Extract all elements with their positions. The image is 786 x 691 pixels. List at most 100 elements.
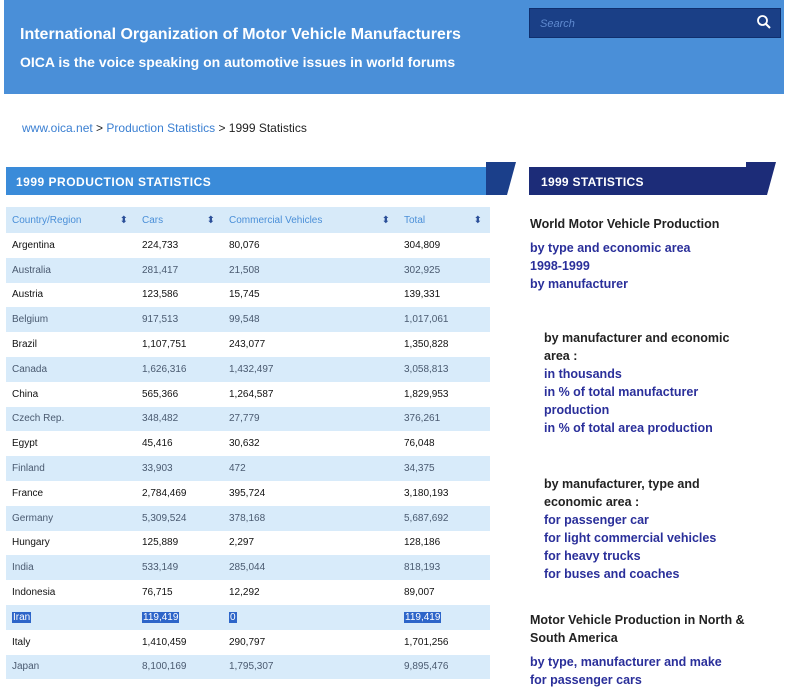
sidebar-link[interactable]: for light commercial vehicles xyxy=(544,529,744,547)
search-box xyxy=(529,8,781,38)
production-table: Country/Region ⬍ Cars ⬍ Commercial Vehicle… xyxy=(6,207,490,680)
sidebar-title: 1999 STATISTICS xyxy=(541,175,644,189)
country-cell: Hungary xyxy=(12,537,50,549)
table-row-selected: Iran 119,419 0 119,419 xyxy=(6,604,490,630)
sort-icon[interactable]: ⬍ xyxy=(382,215,390,226)
cars-cell: 123,586 xyxy=(142,289,179,301)
total-cell: 139,331 xyxy=(404,289,441,301)
total-cell: 5,687,692 xyxy=(398,505,490,531)
country-cell: Egypt xyxy=(12,438,38,450)
total-cell: 304,809 xyxy=(404,239,441,251)
commercial-cell: 12,292 xyxy=(229,587,260,599)
total-cell: 1,701,256 xyxy=(404,636,449,648)
sidebar-link[interactable]: by type and economic area xyxy=(530,239,750,257)
search-icon[interactable] xyxy=(756,14,772,30)
cars-cell: 8,100,169 xyxy=(136,654,223,680)
breadcrumb: www.oica.net > Production Statistics > 1… xyxy=(22,121,307,135)
column-header-commercial-vehicles[interactable]: Commercial Vehicles ⬍ xyxy=(223,207,398,233)
sidebar-link[interactable]: for passenger car xyxy=(544,511,744,529)
sidebar-heading: World Motor Vehicle Production xyxy=(530,217,720,231)
table-row: Finland 33,903 472 34,375 xyxy=(6,456,490,481)
breadcrumb-separator: > xyxy=(92,121,107,135)
sort-icon[interactable]: ⬍ xyxy=(207,215,215,226)
column-header-total[interactable]: Total ⬍ xyxy=(398,207,490,233)
sort-icon[interactable]: ⬍ xyxy=(120,215,128,226)
sidebar-block-americas: Motor Vehicle Production in North & Sout… xyxy=(530,611,780,689)
selected-text: 0 xyxy=(229,611,237,623)
table-row: China 565,366 1,264,587 1,829,953 xyxy=(6,382,490,407)
total-cell: 9,895,476 xyxy=(398,654,490,680)
commercial-cell: 285,044 xyxy=(223,555,398,581)
sidebar-link[interactable]: for buses and coaches xyxy=(544,565,744,583)
sidebar-link[interactable]: in % of total manufacturer production xyxy=(544,383,744,419)
country-cell: Iran xyxy=(6,604,136,630)
breadcrumb-home-link[interactable]: www.oica.net xyxy=(22,121,93,135)
search-input[interactable] xyxy=(538,14,742,34)
site-header: International Organization of Motor Vehi… xyxy=(4,0,784,94)
commercial-cell: 1,432,497 xyxy=(223,356,398,382)
commercial-cell: 290,797 xyxy=(229,636,266,648)
production-statistics-header: 1999 PRODUCTION STATISTICS xyxy=(6,167,490,195)
sidebar-link[interactable]: by manufacturer xyxy=(530,275,750,293)
commercial-cell: 30,632 xyxy=(229,438,260,450)
country-cell: Austria xyxy=(12,289,44,301)
sidebar-heading: by manufacturer, type and economic area … xyxy=(544,477,700,509)
total-cell: 89,007 xyxy=(404,587,435,599)
country-cell: Brazil xyxy=(12,339,38,351)
table-row: Australia 281,417 21,508 302,925 xyxy=(6,257,490,283)
commercial-cell: 395,724 xyxy=(229,487,266,499)
total-cell: 34,375 xyxy=(398,456,490,481)
column-header-cars[interactable]: Cars ⬍ xyxy=(136,207,223,233)
sidebar-link[interactable]: by type, manufacturer and make xyxy=(530,653,780,671)
selected-text: 119,419 xyxy=(404,611,442,623)
table-header-row: Country/Region ⬍ Cars ⬍ Commercial Vehicle… xyxy=(6,207,490,233)
breadcrumb-current: 1999 Statistics xyxy=(228,121,307,135)
total-cell: 818,193 xyxy=(398,555,490,581)
total-cell: 1,350,828 xyxy=(404,339,449,351)
sidebar-link[interactable]: in thousands xyxy=(544,365,744,383)
sidebar-link[interactable]: in % of total area production xyxy=(544,419,744,437)
country-cell: China xyxy=(12,388,39,400)
column-header-country[interactable]: Country/Region ⬍ xyxy=(6,207,136,233)
country-cell: Belgium xyxy=(6,307,136,333)
commercial-cell: 2,297 xyxy=(229,537,255,549)
total-cell: 1,829,953 xyxy=(404,388,449,400)
site-title: International Organization of Motor Vehi… xyxy=(20,26,461,43)
sidebar-link[interactable]: for heavy trucks xyxy=(544,547,744,565)
column-header-label: Cars xyxy=(142,214,164,226)
section-title: 1999 PRODUCTION STATISTICS xyxy=(16,175,212,189)
total-cell: 3,180,193 xyxy=(404,487,449,499)
cars-cell: 565,366 xyxy=(142,388,179,400)
table-row: Czech Rep. 348,482 27,779 376,261 xyxy=(6,406,490,432)
sidebar-block-world-production: World Motor Vehicle Production by type a… xyxy=(530,215,750,293)
cars-cell: 33,903 xyxy=(136,456,223,481)
sidebar-link[interactable]: 1998-1999 xyxy=(530,257,750,275)
country-cell: Finland xyxy=(6,456,136,481)
commercial-cell: 15,745 xyxy=(229,289,260,301)
commercial-cell: 99,548 xyxy=(223,307,398,333)
sidebar-heading: Motor Vehicle Production in North & Sout… xyxy=(530,613,745,645)
commercial-cell: 1,264,587 xyxy=(229,388,274,400)
cars-cell: 1,626,316 xyxy=(136,356,223,382)
cars-cell: 281,417 xyxy=(136,257,223,283)
cars-cell: 533,149 xyxy=(136,555,223,581)
sort-icon[interactable]: ⬍ xyxy=(474,215,482,226)
cars-cell: 1,410,459 xyxy=(142,636,187,648)
cars-cell: 2,784,469 xyxy=(142,487,187,499)
country-cell: Italy xyxy=(12,636,31,648)
table-row: Brazil 1,107,751 243,077 1,350,828 xyxy=(6,332,490,357)
commercial-cell: 21,508 xyxy=(223,257,398,283)
total-cell: 128,186 xyxy=(404,537,441,549)
selected-text: 119,419 xyxy=(142,611,180,623)
sidebar-block-manufacturer-type: by manufacturer, type and economic area … xyxy=(544,475,744,583)
country-cell: Germany xyxy=(6,505,136,531)
table-row: Egypt 45,416 30,632 76,048 xyxy=(6,431,490,456)
table-row: France 2,784,469 395,724 3,180,193 xyxy=(6,481,490,506)
table-row: India 533,149 285,044 818,193 xyxy=(6,555,490,581)
sidebar-link[interactable]: for passenger cars xyxy=(530,671,780,689)
commercial-cell: 27,779 xyxy=(223,406,398,432)
cars-cell: 45,416 xyxy=(142,438,173,450)
breadcrumb-section-link[interactable]: Production Statistics xyxy=(106,121,215,135)
table-row: Hungary 125,889 2,297 128,186 xyxy=(6,531,490,556)
commercial-cell: 80,076 xyxy=(229,239,260,251)
